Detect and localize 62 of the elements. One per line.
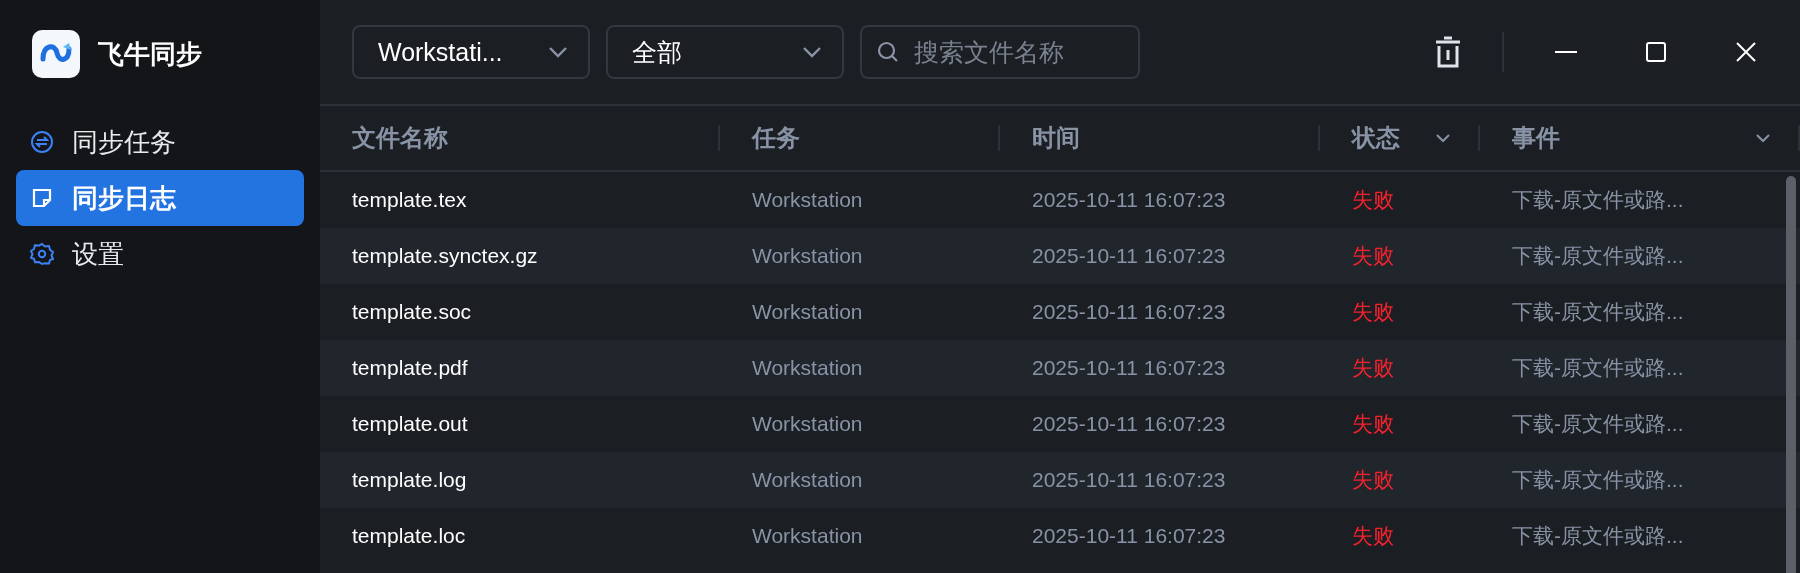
chevron-down-icon (548, 46, 568, 58)
timestamp: 2025-10-11 16:07:23 (1032, 356, 1226, 379)
chevron-down-icon[interactable] (1756, 133, 1770, 143)
maximize-icon (1646, 42, 1666, 62)
file-name: template.soc (352, 300, 472, 323)
file-name: template.log (352, 468, 467, 491)
status-text: 失败 (1352, 244, 1394, 267)
task-name: Workstation (752, 244, 863, 267)
sidebar-item[interactable]: 同步日志 (16, 170, 304, 226)
column-header: 状态 (1352, 123, 1400, 153)
task-name: Workstation (752, 356, 863, 379)
column-header: 文件名称 (352, 123, 448, 153)
column-header: 任务 (752, 123, 800, 153)
timestamp: 2025-10-11 16:07:23 (1032, 244, 1226, 267)
file-name: template.tex (352, 188, 467, 211)
chevron-down-icon[interactable] (1436, 133, 1450, 143)
event-text: 下载-原文件或路... (1512, 356, 1684, 379)
search-field[interactable]: 搜索文件名称 (860, 25, 1140, 79)
file-name: template.synctex.gz (352, 244, 538, 267)
task-name: Workstation (752, 468, 863, 491)
timestamp: 2025-10-11 16:07:23 (1032, 468, 1226, 491)
status-text: 失败 (1352, 188, 1394, 211)
event-text: 下载-原文件或路... (1512, 300, 1684, 323)
close-icon (1735, 41, 1757, 63)
task-name: Workstation (752, 524, 863, 547)
column-header: 时间 (1032, 123, 1080, 153)
scrollbar[interactable] (1786, 176, 1796, 573)
chevron-down-icon (802, 46, 822, 58)
status-text: 失败 (1352, 356, 1394, 379)
timestamp: 2025-10-11 16:07:23 (1032, 524, 1226, 547)
timestamp: 2025-10-11 16:07:23 (1032, 300, 1226, 323)
status-text: 失败 (1352, 524, 1394, 547)
event-text: 下载-原文件或路... (1512, 468, 1684, 491)
status-text: 失败 (1352, 300, 1394, 323)
event-text: 下载-原文件或路... (1512, 524, 1684, 547)
trash-icon (1434, 36, 1462, 68)
app-logo (32, 30, 80, 78)
note-icon (30, 186, 54, 210)
timestamp: 2025-10-11 16:07:23 (1032, 188, 1226, 211)
sidebar-item[interactable]: 同步任务 (16, 114, 304, 170)
file-name: template.loc (352, 524, 466, 547)
column-header: 事件 (1512, 123, 1560, 153)
status-text: 失败 (1352, 468, 1394, 491)
settings-icon (30, 242, 54, 266)
sidebar-item[interactable]: 设置 (16, 226, 304, 282)
task-name: Workstation (752, 188, 863, 211)
event-text: 下载-原文件或路... (1512, 188, 1684, 211)
task-name: Workstation (752, 412, 863, 435)
status-dropdown[interactable]: 全部 (606, 25, 844, 79)
minimize-icon (1555, 50, 1577, 54)
file-name: template.out (352, 412, 468, 435)
sync-icon (30, 130, 54, 154)
app-title: 飞牛同步 (98, 37, 202, 71)
status-text: 失败 (1352, 412, 1394, 435)
file-name: template.pdf (352, 356, 468, 379)
event-text: 下载-原文件或路... (1512, 244, 1684, 267)
timestamp: 2025-10-11 16:07:23 (1032, 412, 1226, 435)
search-icon (876, 40, 900, 64)
task-name: Workstation (752, 300, 863, 323)
delete-button[interactable] (1434, 36, 1462, 68)
task-dropdown[interactable]: Workstati... (352, 25, 590, 79)
event-text: 下载-原文件或路... (1512, 412, 1684, 435)
